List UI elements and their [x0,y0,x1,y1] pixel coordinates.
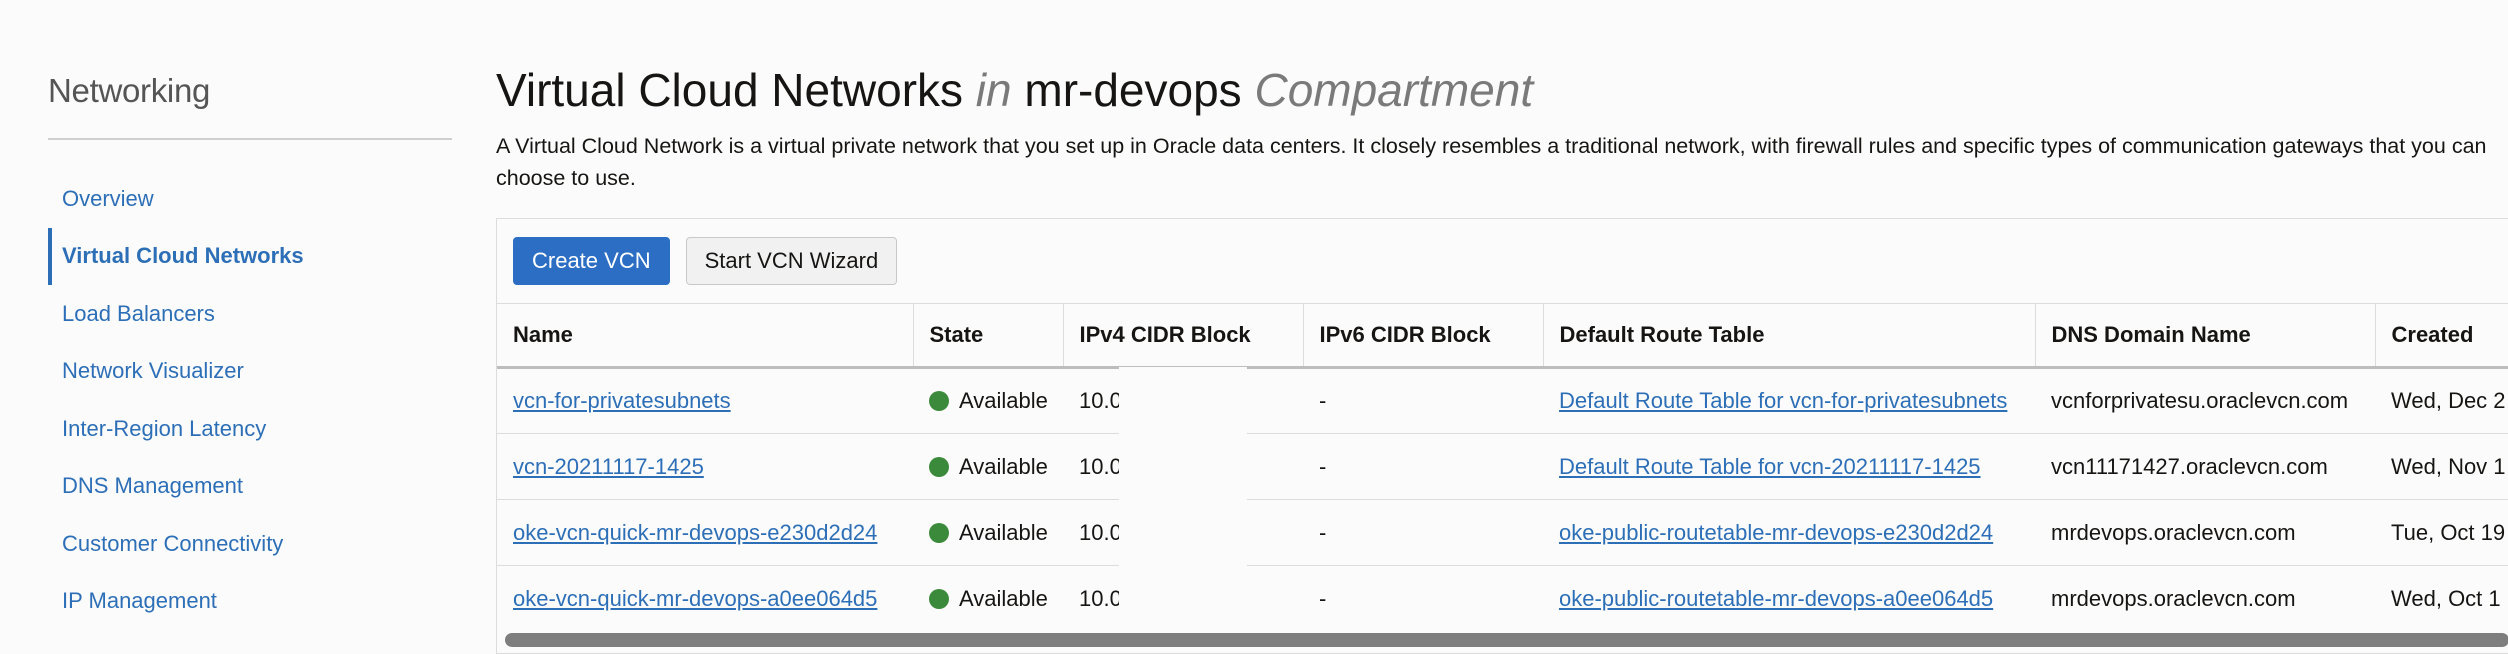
state-label: Available [959,453,1048,479]
column-header-name[interactable]: Name [497,303,914,369]
sidebar-item-overview[interactable]: Overview [48,170,452,228]
route-table-link[interactable]: oke-public-routetable-mr-devops-e230d2d2… [1559,520,1993,545]
cell-route-table: oke-public-routetable-mr-devops-a0ee064d… [1543,566,2035,632]
vcn-name-link[interactable]: oke-vcn-quick-mr-devops-a0ee064d5 [513,586,877,611]
cell-state: Available [913,367,1063,434]
page-title: Virtual Cloud Networks in mr-devops Comp… [496,60,2508,120]
sidebar-item-customer-connectivity[interactable]: Customer Connectivity [48,515,452,573]
state-indicator: Available [929,454,1063,480]
column-header-created[interactable]: Created [2375,303,2508,369]
cell-route-table: Default Route Table for vcn-20211117-142… [1543,433,2035,500]
sidebar-item-ip-management[interactable]: IP Management [48,573,452,631]
horizontal-scrollbar[interactable] [505,633,2508,647]
route-table-link[interactable]: Default Route Table for vcn-for-privates… [1559,388,2007,413]
sidebar-item-network-visualizer[interactable]: Network Visualizer [48,343,452,401]
cell-name: oke-vcn-quick-mr-devops-a0ee064d5 [497,566,913,632]
table-header-row: Name State IPv4 CIDR Block IPv6 CIDR Blo… [497,303,2508,369]
cell-dns: vcnforprivatesu.oraclevcn.com [2035,367,2375,434]
cell-route-table: oke-public-routetable-mr-devops-e230d2d2… [1543,499,2035,566]
state-label: Available [959,388,1048,413]
cell-name: oke-vcn-quick-mr-devops-e230d2d24 [497,499,913,566]
column-header-state[interactable]: State [913,303,1064,369]
column-header-ipv4-cidr[interactable]: IPv4 CIDR Block [1063,303,1304,369]
vcn-name-link[interactable]: vcn-for-privatesubnets [513,388,731,413]
cell-created: Wed, Nov 1 [2375,433,2508,500]
sidebar-item-inter-region-latency[interactable]: Inter-Region Latency [48,400,452,458]
sidebar-item-load-balancers[interactable]: Load Balancers [48,285,452,343]
cell-name: vcn-20211117-1425 [497,433,913,500]
table-toolbar: Create VCN Start VCN Wizard [497,219,2508,303]
vcn-name-link[interactable]: vcn-20211117-1425 [513,454,704,479]
available-status-icon [929,522,949,543]
cell-state: Available [913,433,1063,500]
route-table-link[interactable]: oke-public-routetable-mr-devops-a0ee064d… [1559,586,1993,611]
table-row: oke-vcn-quick-mr-devops-a0ee064d5 Availa… [497,566,2508,632]
sidebar-divider [48,138,452,140]
table-row: oke-vcn-quick-mr-devops-e230d2d24 Availa… [497,499,2508,566]
cell-name: vcn-for-privatesubnets [497,367,913,434]
vcn-name-link[interactable]: oke-vcn-quick-mr-devops-e230d2d24 [513,520,877,545]
sidebar-nav: Overview Virtual Cloud Networks Load Bal… [48,170,452,630]
cell-ipv6: - [1319,585,1327,611]
table-row: vcn-20211117-1425 Available 10.0 - Defau… [497,433,2508,500]
sidebar-title: Networking [48,72,211,109]
sidebar: Networking Overview Virtual Cloud Networ… [48,68,452,630]
cell-ipv6: - [1303,367,1543,434]
cell-ipv6: - [1303,499,1543,566]
route-table-link[interactable]: Default Route Table for vcn-20211117-142… [1559,454,1981,479]
page-title-suffix: Compartment [1254,64,1534,116]
cell-state: Available [913,566,1063,632]
cell-ipv6: - [1303,433,1543,500]
vcn-table-panel: Create VCN Start VCN Wizard Name State I… [496,218,2508,654]
available-status-icon [929,391,949,411]
page-title-main: Virtual Cloud Networks [496,64,964,116]
cell-created: Wed, Oct 1 [2391,585,2501,611]
column-header-dns-domain[interactable]: DNS Domain Name [2035,303,2376,369]
sidebar-item-virtual-cloud-networks[interactable]: Virtual Cloud Networks [48,227,452,285]
cell-dns: mrdevops.oraclevcn.com [2035,499,2375,566]
cell-created: Wed, Dec 2 [2375,367,2508,434]
main-content: Virtual Cloud Networks in mr-devops Comp… [496,60,2508,654]
cell-dns: vcn11171427.oraclevcn.com [2035,433,2375,500]
redaction-mask [1119,367,1247,631]
start-vcn-wizard-button[interactable]: Start VCN Wizard [685,237,898,285]
state-indicator: Available [929,520,1063,546]
state-indicator: Available [929,586,1063,612]
state-label: Available [959,585,1048,611]
cell-dns: mrdevops.oraclevcn.com [2051,585,2296,611]
console-page: Networking Overview Virtual Cloud Networ… [0,0,2508,654]
table-viewport: Name State IPv4 CIDR Block IPv6 CIDR Blo… [497,303,2508,632]
state-indicator: Available [929,388,1063,414]
page-title-compartment: mr-devops [1024,64,1242,116]
column-header-route-table[interactable]: Default Route Table [1543,303,2036,369]
column-header-ipv6-cidr[interactable]: IPv6 CIDR Block [1303,303,1544,369]
vcn-table: Name State IPv4 CIDR Block IPv6 CIDR Blo… [497,303,2508,632]
table-row: vcn-for-privatesubnets Available 10.0 - … [497,367,2508,434]
state-label: Available [959,519,1048,545]
available-status-icon [929,588,949,609]
page-description: A Virtual Cloud Network is a virtual pri… [496,134,2487,190]
cell-route-table: Default Route Table for vcn-for-privates… [1543,367,2035,434]
create-vcn-button[interactable]: Create VCN [513,237,670,285]
sidebar-item-dns-management[interactable]: DNS Management [48,458,452,516]
available-status-icon [929,456,949,477]
cell-created: Tue, Oct 19 [2375,499,2508,566]
page-title-in: in [975,64,1012,116]
cell-state: Available [913,499,1063,566]
